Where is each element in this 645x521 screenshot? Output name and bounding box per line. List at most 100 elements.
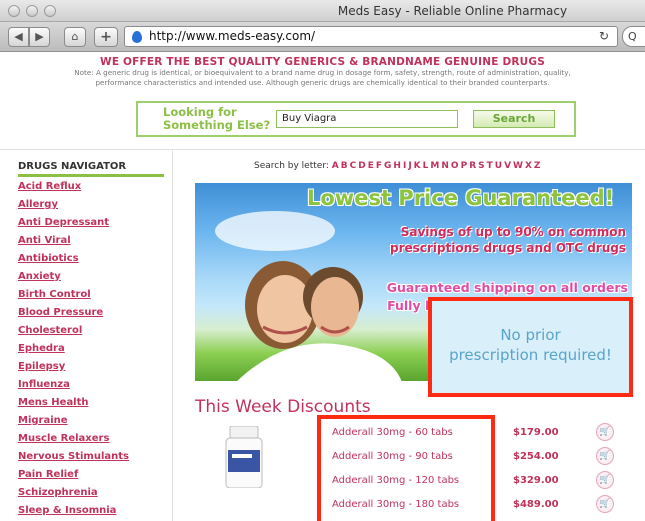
- product-name-3[interactable]: Adderall 30mg - 120 tabs: [332, 475, 459, 486]
- letter-link-b[interactable]: B: [341, 161, 348, 171]
- letter-link-g[interactable]: G: [384, 161, 391, 171]
- navigator-underline: [18, 174, 164, 177]
- sidebar-item-ephedra[interactable]: Ephedra: [18, 342, 129, 360]
- callout-text: No prior prescription required!: [432, 325, 629, 365]
- letter-link-e[interactable]: E: [368, 161, 374, 171]
- drug-search-input[interactable]: Buy Viagra: [276, 110, 458, 128]
- letter-search-label: Search by letter:: [254, 161, 329, 171]
- reload-icon[interactable]: ↻: [599, 27, 609, 46]
- product-price-3: $329.00: [513, 475, 559, 486]
- letter-link-l[interactable]: L: [423, 161, 429, 171]
- window-title: Meds Easy - Reliable Online Pharmacy: [337, 4, 568, 18]
- sidebar-item-influenza[interactable]: Influenza: [18, 378, 129, 396]
- drug-search-box: Looking for Something Else? Buy Viagra S…: [136, 101, 576, 137]
- banner-headline: Lowest Price Guaranteed!: [307, 186, 615, 210]
- sidebar-item-nervous-stimulants[interactable]: Nervous Stimulants: [18, 450, 129, 468]
- sidebar-item-muscle-relaxers[interactable]: Muscle Relaxers: [18, 432, 129, 450]
- letter-link-u[interactable]: U: [495, 161, 502, 171]
- address-text: http://www.meds-easy.com/: [149, 29, 316, 43]
- drug-category-list: Acid Reflux Allergy Anti Depressant Anti…: [18, 180, 129, 521]
- banner-savings-line2: prescriptions drugs and OTC drugs: [389, 241, 626, 255]
- sidebar-item-cholesterol[interactable]: Cholesterol: [18, 324, 129, 342]
- page-content: WE OFFER THE BEST QUALITY GENERICS & BRA…: [0, 53, 645, 521]
- product-price-4: $489.00: [513, 499, 559, 510]
- sidebar-item-blood-pressure[interactable]: Blood Pressure: [18, 306, 129, 324]
- letter-link-j[interactable]: J: [408, 161, 411, 171]
- letter-link-h[interactable]: H: [393, 161, 401, 171]
- product-name-4[interactable]: Adderall 30mg - 180 tabs: [332, 499, 459, 510]
- letter-link-n[interactable]: N: [441, 161, 449, 171]
- sidebar-item-epilepsy[interactable]: Epilepsy: [18, 360, 129, 378]
- letter-link-p[interactable]: P: [461, 161, 468, 171]
- plus-icon: +: [100, 29, 112, 45]
- product-name-2[interactable]: Adderall 30mg - 90 tabs: [332, 451, 453, 462]
- back-arrow-icon: ◀: [14, 30, 23, 43]
- search-button[interactable]: Search: [473, 110, 555, 128]
- cart-icon[interactable]: 🛒: [596, 471, 614, 489]
- letter-link-r[interactable]: R: [469, 161, 476, 171]
- letter-link-w[interactable]: W: [513, 161, 523, 171]
- letter-link-s[interactable]: S: [478, 161, 484, 171]
- cart-icon[interactable]: 🛒: [596, 447, 614, 465]
- search-label: Looking for Something Else?: [163, 106, 270, 132]
- sidebar-item-acid-reflux[interactable]: Acid Reflux: [18, 180, 129, 198]
- cart-icon[interactable]: 🛒: [596, 495, 614, 513]
- forward-button[interactable]: ▶: [29, 27, 50, 47]
- callout-line1: No prior: [500, 326, 561, 344]
- sidebar-divider: [172, 149, 173, 521]
- cart-icon[interactable]: 🛒: [596, 423, 614, 441]
- search-icon: Q: [628, 30, 637, 43]
- sidebar-item-anxiety[interactable]: Anxiety: [18, 270, 129, 288]
- add-bookmark-button[interactable]: +: [94, 27, 118, 47]
- drugs-navigator-title: DRUGS NAVIGATOR: [18, 161, 127, 172]
- browser-toolbar: ◀ ▶ ⌂ + http://www.meds-easy.com/ ↻ Q: [0, 22, 645, 52]
- home-button[interactable]: ⌂: [64, 27, 86, 47]
- letter-link-k[interactable]: K: [414, 161, 421, 171]
- letter-links: ABCDEFGHIJKLMNOPRSTUVWXZ: [332, 161, 543, 171]
- home-icon: ⌂: [71, 30, 79, 43]
- discounts-title: This Week Discounts: [195, 397, 371, 417]
- letter-link-f[interactable]: F: [376, 161, 382, 171]
- sidebar-item-antibiotics[interactable]: Antibiotics: [18, 252, 129, 270]
- letter-link-z[interactable]: Z: [534, 161, 541, 171]
- pill-bottle-image: [225, 426, 263, 488]
- sidebar-item-mens-health[interactable]: Mens Health: [18, 396, 129, 414]
- letter-link-o[interactable]: O: [451, 161, 459, 171]
- offer-headline: WE OFFER THE BEST QUALITY GENERICS & BRA…: [100, 56, 545, 68]
- generic-note-line2: performance characteristics and intended…: [95, 78, 550, 87]
- banner-savings: Savings of up to 90% on common prescript…: [381, 224, 626, 256]
- letter-link-d[interactable]: D: [358, 161, 365, 171]
- back-button[interactable]: ◀: [8, 27, 29, 47]
- sidebar-item-schizophrenia[interactable]: Schizophrenia: [18, 486, 129, 504]
- sidebar-item-birth-control[interactable]: Birth Control: [18, 288, 129, 306]
- letter-link-a[interactable]: A: [332, 161, 339, 171]
- product-price-2: $254.00: [513, 451, 559, 462]
- window-titlebar: Meds Easy - Reliable Online Pharmacy: [0, 0, 645, 22]
- banner-savings-line1: Savings of up to 90% on common: [400, 225, 626, 239]
- letter-link-i[interactable]: I: [403, 161, 406, 171]
- forward-arrow-icon: ▶: [35, 30, 44, 43]
- address-bar[interactable]: http://www.meds-easy.com/ ↻: [124, 26, 618, 47]
- callout-line2: prescription required!: [449, 346, 612, 364]
- letter-search: Search by letter: ABCDEFGHIJKLMNOPRSTUVW…: [254, 161, 542, 171]
- content-divider: [0, 149, 645, 150]
- sidebar-item-sleep-insomnia[interactable]: Sleep & Insomnia: [18, 504, 129, 521]
- no-prescription-callout: No prior prescription required!: [428, 297, 633, 397]
- letter-link-v[interactable]: V: [504, 161, 511, 171]
- letter-link-c[interactable]: C: [350, 161, 357, 171]
- product-name-1[interactable]: Adderall 30mg - 60 tabs: [332, 427, 453, 438]
- letter-link-x[interactable]: X: [525, 161, 532, 171]
- site-favicon-icon: [132, 31, 142, 43]
- header-note: WE OFFER THE BEST QUALITY GENERICS & BRA…: [0, 53, 645, 88]
- generic-note-line1: Note: A generic drug is identical, or bi…: [74, 68, 571, 77]
- browser-search-field[interactable]: Q: [622, 26, 645, 47]
- letter-link-t[interactable]: T: [487, 161, 493, 171]
- banner-shipping-line1: Guaranteed shipping on all orders: [386, 280, 628, 295]
- sidebar-item-allergy[interactable]: Allergy: [18, 198, 129, 216]
- sidebar-item-anti-viral[interactable]: Anti Viral: [18, 234, 129, 252]
- sidebar-item-anti-depressant[interactable]: Anti Depressant: [18, 216, 129, 234]
- sidebar-item-migraine[interactable]: Migraine: [18, 414, 129, 432]
- search-label-line2: Something Else?: [163, 118, 271, 132]
- sidebar-item-pain-relief[interactable]: Pain Relief: [18, 468, 129, 486]
- letter-link-m[interactable]: M: [430, 161, 439, 171]
